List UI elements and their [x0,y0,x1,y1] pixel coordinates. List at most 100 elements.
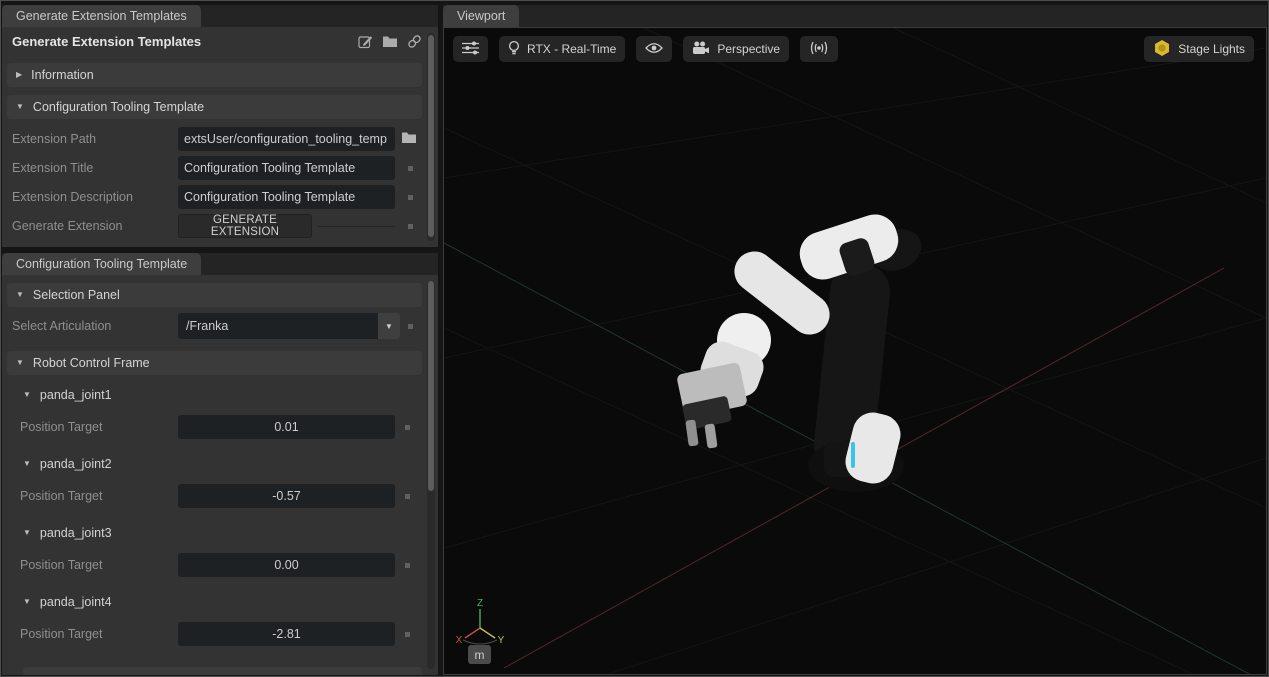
section-selection-panel[interactable]: ▼ Selection Panel [7,283,422,307]
stage-lights-icon [1153,39,1171,60]
gizmo-y-label: Y [498,635,505,646]
position-target-input-joint1[interactable]: 0.01 [178,415,395,439]
viewport-canvas[interactable]: Z X Y [444,28,1266,674]
eye-icon [645,42,663,57]
expanded-arrow-icon: ▼ [16,359,24,367]
generate-extension-button-label: GENERATE EXTENSION [179,214,311,238]
extension-description-label: Extension Description [12,185,133,209]
edit-icon[interactable] [358,34,373,49]
viewport-tabstrip: Viewport [443,5,1267,27]
stage-lights-button[interactable]: Stage Lights [1144,36,1254,62]
panel-title: Generate Extension Templates [12,34,201,49]
panel-header-icons [358,34,422,49]
browse-folder-icon[interactable] [401,131,417,144]
unit-label: m [475,648,485,662]
property-indicator-dot [405,425,410,430]
articulation-combobox[interactable]: /Franka [178,313,378,339]
section-label: Configuration Tooling Template [33,100,204,114]
chevron-down-icon: ▼ [385,322,393,331]
generate-extension-label: Generate Extension [12,214,123,238]
section-panda-joint1[interactable]: ▼ panda_joint1 [23,385,112,405]
select-articulation-label: Select Articulation [12,314,111,338]
property-indicator-dot [408,224,413,229]
extension-description-input[interactable] [178,185,395,209]
lightbulb-icon [508,40,520,59]
config-panel-tabstrip: Configuration Tooling Template [2,253,438,275]
live-sync-icon [809,41,829,58]
scrollbar-thumb[interactable] [428,281,434,491]
panel-header: Generate Extension Templates [2,27,438,57]
property-indicator-dot [408,166,413,171]
viewport-settings-button[interactable] [453,36,488,62]
expanded-arrow-icon: ▼ [23,391,31,399]
extension-title-input[interactable] [178,156,395,180]
config-panel-scrollbar[interactable] [427,281,435,669]
generate-panel-tabstrip: Generate Extension Templates [2,5,438,27]
robot-led-strip [851,442,855,468]
sliders-icon [462,41,479,58]
position-target-input-joint3[interactable]: 0.00 [178,553,395,577]
gizmo-arc [463,640,497,644]
property-indicator-dot [405,563,410,568]
section-robot-control-frame[interactable]: ▼ Robot Control Frame [7,351,422,375]
viewport-panel: Z X Y RTX - Real-Time [443,27,1267,675]
live-sync-button[interactable] [800,36,838,62]
expanded-arrow-icon: ▼ [23,598,31,606]
position-target-label: Position Target [20,415,102,439]
tab-viewport[interactable]: Viewport [443,5,519,27]
expanded-arrow-icon: ▼ [23,460,31,468]
property-indicator-dot [408,195,413,200]
franka-robot [676,209,927,492]
generate-extension-panel: Generate Extension Templates ▶ Informati… [2,27,438,247]
extension-path-label: Extension Path [12,127,96,151]
tab-configuration-tooling-template[interactable]: Configuration Tooling Template [2,253,201,275]
open-folder-icon[interactable] [382,35,398,48]
section-label: Robot Control Frame [33,356,150,370]
combobox-dropdown-button[interactable]: ▼ [378,313,400,339]
gizmo-z-label: Z [477,598,483,609]
row-divider [318,226,395,227]
property-indicator-dot [405,494,410,499]
extension-path-input[interactable] [178,127,395,151]
camera-button[interactable]: Perspective [683,36,789,62]
position-target-label: Position Target [20,622,102,646]
gizmo-x-line [465,628,480,638]
isaac-sim-window: Generate Extension Templates Generate Ex… [0,0,1269,677]
gizmo-x-label: X [456,635,463,646]
stage-lights-button-label: Stage Lights [1178,42,1245,56]
scrollbar-thumb[interactable] [428,35,434,237]
property-indicator-dot [408,324,413,329]
tab-label: Viewport [457,9,505,23]
link-icon[interactable] [407,34,422,49]
section-panda-joint2[interactable]: ▼ panda_joint2 [23,454,112,474]
collapsed-arrow-icon: ▶ [16,71,22,79]
axis-gizmo[interactable]: Z X Y [456,598,505,646]
generate-extension-button[interactable]: GENERATE EXTENSION [178,214,312,238]
section-configuration-tooling-template[interactable]: ▼ Configuration Tooling Template [7,95,422,119]
section-information[interactable]: ▶ Information [7,63,422,87]
section-label: Selection Panel [33,288,120,302]
joint-name: panda_joint1 [40,388,112,402]
expanded-arrow-icon: ▼ [16,291,24,299]
position-target-label: Position Target [20,484,102,508]
tab-generate-extension-templates[interactable]: Generate Extension Templates [2,5,201,27]
articulation-value: /Franka [186,319,228,333]
unit-badge[interactable]: m [468,645,491,664]
position-target-input-joint2[interactable]: -0.57 [178,484,395,508]
generate-panel-scrollbar[interactable] [427,33,435,241]
section-panda-joint3[interactable]: ▼ panda_joint3 [23,523,112,543]
extension-title-label: Extension Title [12,156,93,180]
viewport-toolbar: RTX - Real-Time Perspective [453,36,838,62]
section-next-joint-clipped[interactable] [23,667,422,675]
visibility-button[interactable] [636,36,672,62]
expanded-arrow-icon: ▼ [16,103,24,111]
tab-label: Configuration Tooling Template [16,257,187,271]
renderer-button-label: RTX - Real-Time [527,42,616,56]
gizmo-y-line [480,628,495,638]
camera-icon [692,41,710,58]
position-target-input-joint4[interactable]: -2.81 [178,622,395,646]
configuration-tooling-panel: ▼ Selection Panel Select Articulation /F… [2,275,438,675]
tab-label: Generate Extension Templates [16,9,187,23]
section-panda-joint4[interactable]: ▼ panda_joint4 [23,592,112,612]
renderer-button[interactable]: RTX - Real-Time [499,36,625,62]
